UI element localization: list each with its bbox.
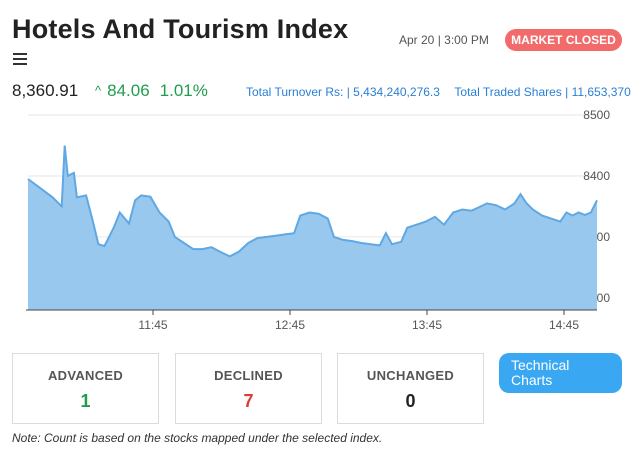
index-change: ^ 84.06 1.01% [95, 81, 208, 101]
technical-charts-button[interactable]: Technical Charts [499, 353, 622, 393]
advanced-label: ADVANCED [47, 368, 124, 383]
change-percent: 1.01% [159, 81, 208, 100]
turnover-label: Total Turnover Rs: [246, 85, 344, 99]
footnote: Note: Count is based on the stocks mappe… [12, 431, 383, 445]
advanced-count: 1 [80, 391, 91, 411]
y-tick-label: 8500 [583, 108, 610, 122]
turnover-stats: Total Turnover Rs: | 5,434,240,276.3 Tot… [246, 85, 631, 99]
turnover-value: | 5,434,240,276.3 [346, 85, 440, 99]
quote-row: 8,360.91 ^ 84.06 1.01% [12, 81, 208, 101]
unchanged-card: UNCHANGED 0 [337, 353, 484, 424]
y-tick-label: 8400 [583, 169, 610, 183]
declined-card: DECLINED 7 [175, 353, 322, 424]
market-datetime: Apr 20 | 3:00 PM [399, 33, 489, 47]
x-tick-label: 11:45 [138, 318, 167, 332]
declined-label: DECLINED [214, 368, 283, 383]
traded-shares-label: Total Traded Shares [454, 85, 562, 99]
index-value: 8,360.91 [12, 81, 79, 100]
index-area-chart: 850084008300820011:4512:4513:4514:45 [26, 108, 610, 332]
declined-count: 7 [243, 391, 254, 411]
x-tick-label: 14:45 [549, 318, 579, 332]
market-status-badge: MARKET CLOSED [505, 29, 622, 51]
advanced-card: ADVANCED 1 [12, 353, 159, 424]
unchanged-label: UNCHANGED [366, 368, 455, 383]
change-points: 84.06 [107, 81, 150, 100]
traded-shares-value: | 11,653,370 [565, 85, 631, 99]
technical-charts-label-1: Technical [511, 357, 570, 373]
x-tick-label: 12:45 [275, 318, 305, 332]
page-title: Hotels And Tourism Index [12, 14, 349, 44]
x-tick-label: 13:45 [412, 318, 442, 332]
hamburger-icon[interactable] [13, 53, 27, 65]
unchanged-count: 0 [405, 391, 416, 411]
technical-charts-label-2: Charts [511, 372, 553, 388]
up-caret-icon: ^ [95, 83, 102, 98]
